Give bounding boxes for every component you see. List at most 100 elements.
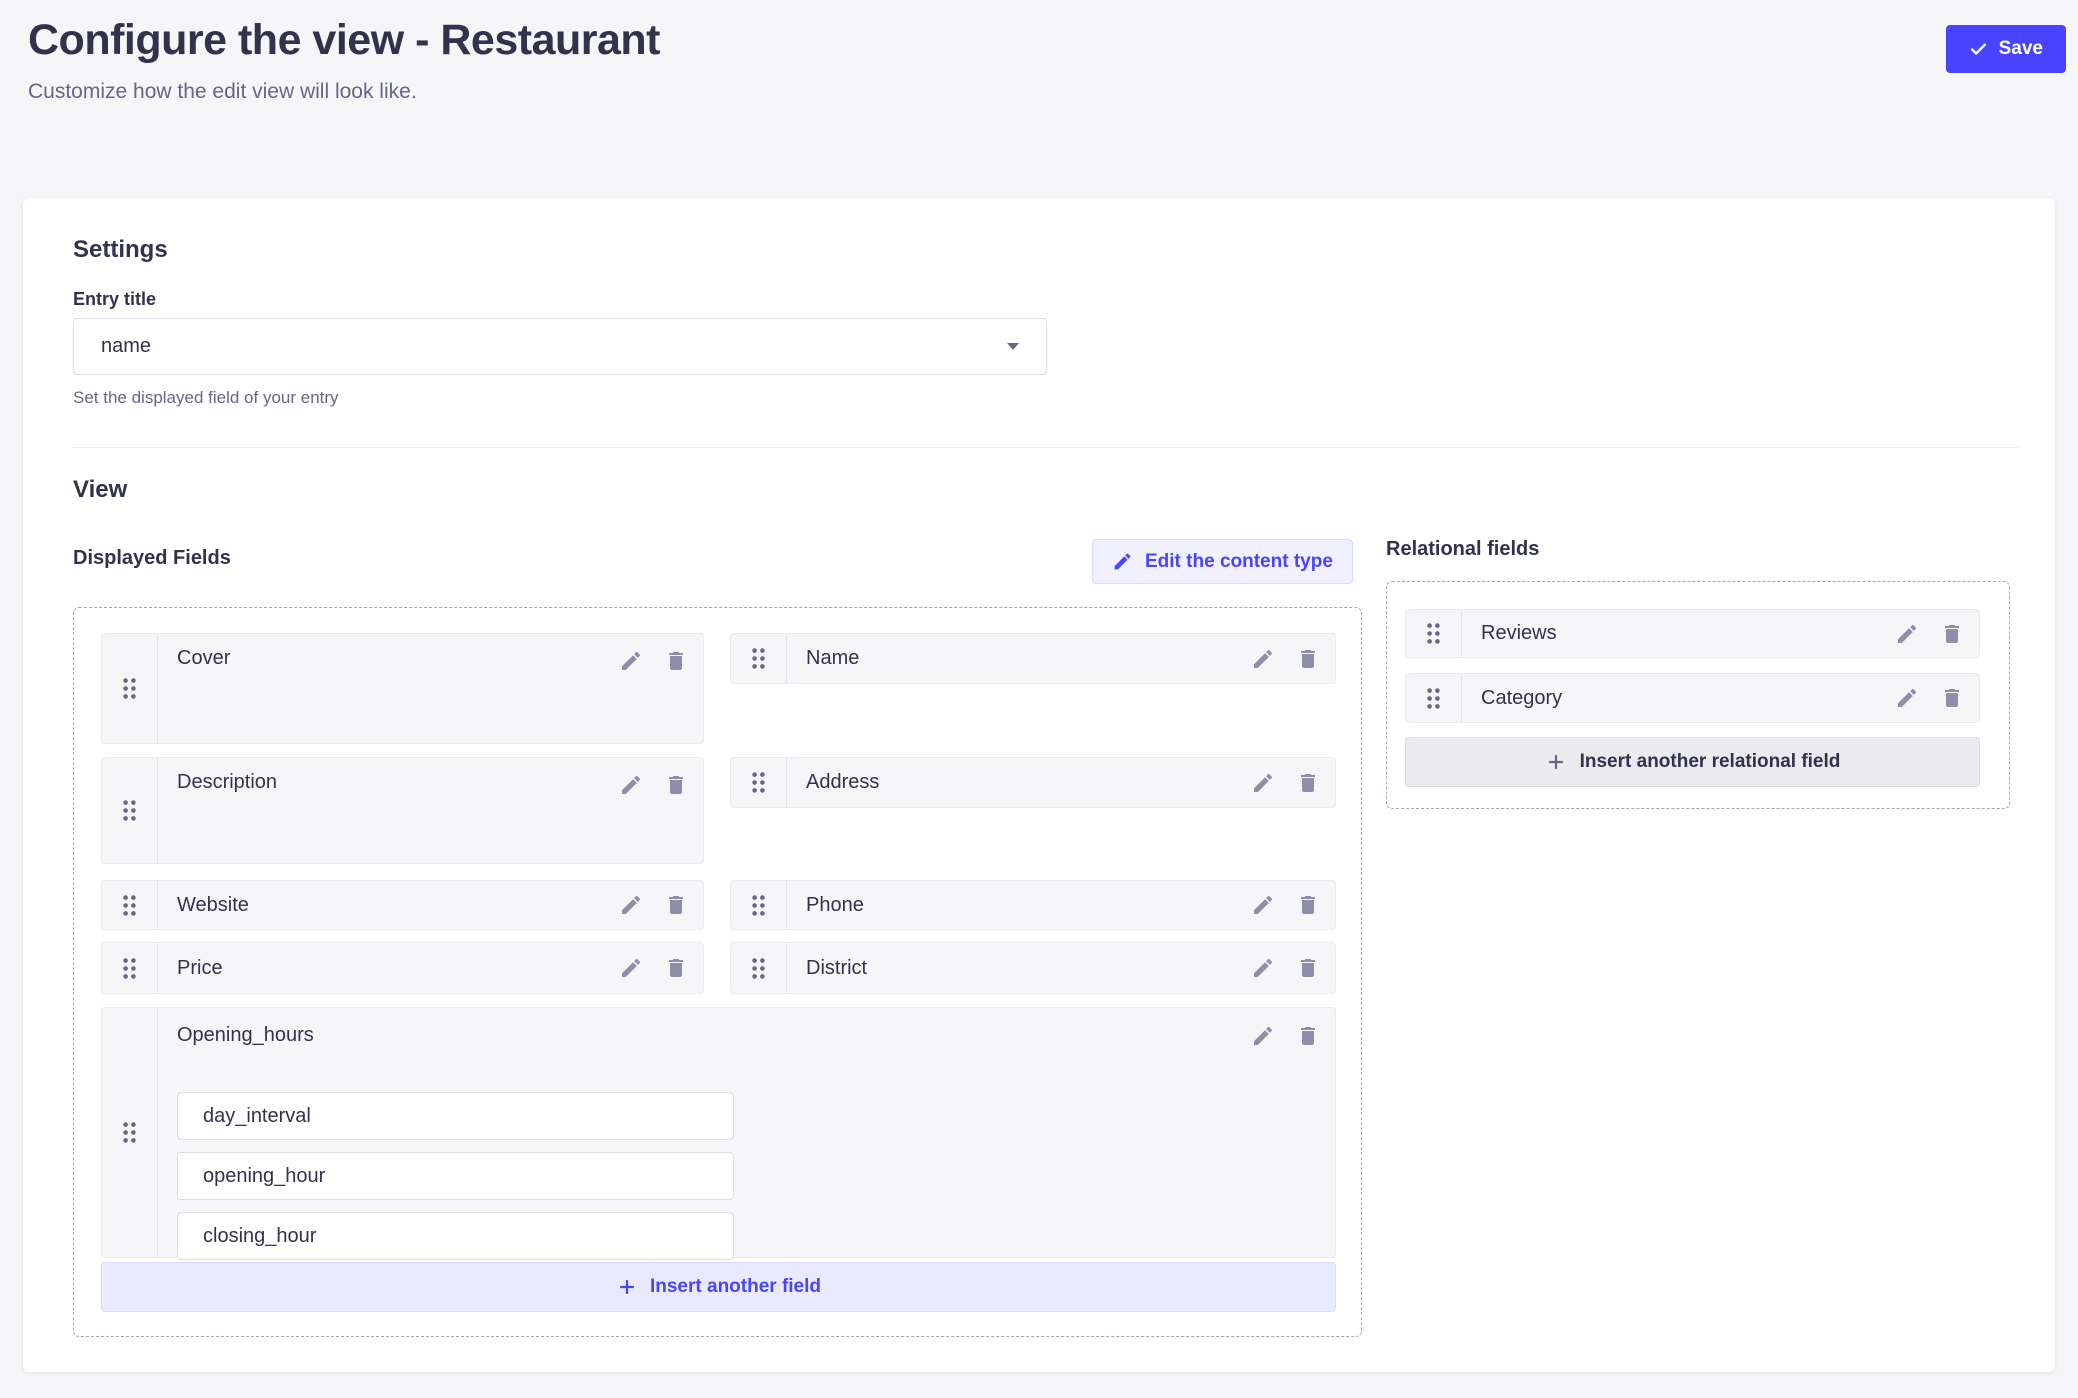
edit-field-button[interactable]: [1895, 686, 1919, 710]
edit-field-button[interactable]: [619, 956, 643, 980]
edit-field-button[interactable]: [619, 773, 643, 797]
field-label: Name: [806, 647, 859, 670]
drag-dots-icon: [122, 1121, 137, 1144]
trash-icon: [1940, 686, 1964, 710]
edit-field-button[interactable]: [1251, 771, 1275, 795]
displayed-fields-dropzone: Cover Name Description: [73, 607, 1362, 1337]
drag-handle[interactable]: [1406, 610, 1462, 657]
delete-field-button[interactable]: [1296, 956, 1320, 980]
field-card-address[interactable]: Address: [730, 757, 1336, 808]
subfield-day-interval[interactable]: day_interval: [177, 1092, 734, 1140]
relational-card-category[interactable]: Category: [1405, 673, 1980, 723]
edit-field-button[interactable]: [1251, 893, 1275, 917]
trash-icon: [664, 773, 688, 797]
field-label: Category: [1481, 687, 1562, 710]
delete-field-button[interactable]: [1940, 686, 1964, 710]
drag-handle[interactable]: [731, 943, 787, 993]
drag-dots-icon: [1426, 687, 1441, 710]
trash-icon: [1296, 771, 1320, 795]
insert-another-field-button[interactable]: Insert another field: [101, 1262, 1336, 1312]
field-label: Reviews: [1481, 622, 1557, 645]
field-card-phone[interactable]: Phone: [730, 880, 1336, 930]
trash-icon: [1940, 622, 1964, 646]
edit-content-type-button[interactable]: Edit the content type: [1092, 539, 1353, 584]
relational-card-reviews[interactable]: Reviews: [1405, 609, 1980, 658]
drag-handle[interactable]: [102, 881, 158, 929]
drag-dots-icon: [751, 957, 766, 980]
trash-icon: [664, 893, 688, 917]
field-card-website[interactable]: Website: [101, 880, 704, 930]
edit-field-button[interactable]: [619, 649, 643, 673]
delete-field-button[interactable]: [1296, 893, 1320, 917]
relational-fields-dropzone: Reviews Category Insert another relatio: [1386, 581, 2010, 809]
drag-dots-icon: [1426, 622, 1441, 645]
subfield-label: closing_hour: [203, 1225, 316, 1248]
component-card-opening-hours[interactable]: Opening_hours day_interval opening_hour …: [101, 1007, 1336, 1258]
delete-field-button[interactable]: [664, 773, 688, 797]
drag-handle[interactable]: [102, 758, 158, 863]
delete-field-button[interactable]: [1296, 771, 1320, 795]
subfield-label: opening_hour: [203, 1165, 325, 1188]
drag-handle[interactable]: [731, 634, 787, 683]
drag-dots-icon: [122, 799, 137, 822]
insert-another-field-label: Insert another field: [650, 1276, 821, 1298]
pencil-icon: [1112, 551, 1133, 572]
save-button[interactable]: Save: [1946, 25, 2066, 73]
plus-icon: [616, 1276, 638, 1298]
drag-handle[interactable]: [731, 758, 787, 807]
field-card-price[interactable]: Price: [101, 942, 704, 994]
pencil-icon: [1895, 686, 1919, 710]
drag-handle[interactable]: [1406, 674, 1462, 722]
trash-icon: [1296, 1024, 1320, 1048]
configure-view-page: Configure the view - Restaurant Customiz…: [0, 0, 2078, 1398]
insert-another-relational-field-label: Insert another relational field: [1580, 751, 1841, 773]
delete-field-button[interactable]: [664, 649, 688, 673]
field-card-district[interactable]: District: [730, 942, 1336, 994]
edit-field-button[interactable]: [1251, 956, 1275, 980]
edit-field-button[interactable]: [619, 893, 643, 917]
edit-field-button[interactable]: [1895, 622, 1919, 646]
entry-title-help: Set the displayed field of your entry: [73, 388, 339, 408]
drag-dots-icon: [751, 894, 766, 917]
drag-handle[interactable]: [102, 1008, 158, 1257]
pencil-icon: [1251, 771, 1275, 795]
relational-fields-heading: Relational fields: [1386, 538, 1539, 561]
entry-title-select[interactable]: name: [73, 318, 1047, 375]
subfield-closing-hour[interactable]: closing_hour: [177, 1212, 734, 1260]
field-label: Phone: [806, 894, 864, 917]
displayed-fields-label: Displayed Fields: [73, 547, 231, 570]
edit-content-type-label: Edit the content type: [1145, 551, 1333, 573]
drag-dots-icon: [122, 957, 137, 980]
page-subtitle: Customize how the edit view will look li…: [28, 80, 417, 104]
plus-icon: [1545, 751, 1567, 773]
component-label: Opening_hours: [177, 1024, 314, 1047]
field-label: Description: [177, 771, 277, 794]
drag-dots-icon: [122, 677, 137, 700]
drag-dots-icon: [751, 771, 766, 794]
edit-field-button[interactable]: [1251, 1024, 1275, 1048]
delete-field-button[interactable]: [1940, 622, 1964, 646]
edit-field-button[interactable]: [1251, 647, 1275, 671]
field-card-description[interactable]: Description: [101, 757, 704, 864]
chevron-down-icon: [1007, 343, 1019, 350]
delete-field-button[interactable]: [1296, 647, 1320, 671]
view-heading: View: [73, 476, 127, 504]
drag-handle[interactable]: [102, 634, 158, 743]
field-label: Address: [806, 771, 879, 794]
subfield-opening-hour[interactable]: opening_hour: [177, 1152, 734, 1200]
insert-another-relational-field-button[interactable]: Insert another relational field: [1405, 737, 1980, 787]
pencil-icon: [1251, 956, 1275, 980]
drag-handle[interactable]: [731, 881, 787, 929]
delete-field-button[interactable]: [664, 956, 688, 980]
field-card-cover[interactable]: Cover: [101, 633, 704, 744]
drag-handle[interactable]: [102, 943, 158, 993]
section-divider: [73, 447, 2019, 448]
field-card-name[interactable]: Name: [730, 633, 1336, 684]
trash-icon: [1296, 647, 1320, 671]
delete-field-button[interactable]: [664, 893, 688, 917]
pencil-icon: [619, 773, 643, 797]
pencil-icon: [619, 893, 643, 917]
delete-field-button[interactable]: [1296, 1024, 1320, 1048]
entry-title-select-value: name: [101, 335, 151, 358]
drag-dots-icon: [122, 894, 137, 917]
